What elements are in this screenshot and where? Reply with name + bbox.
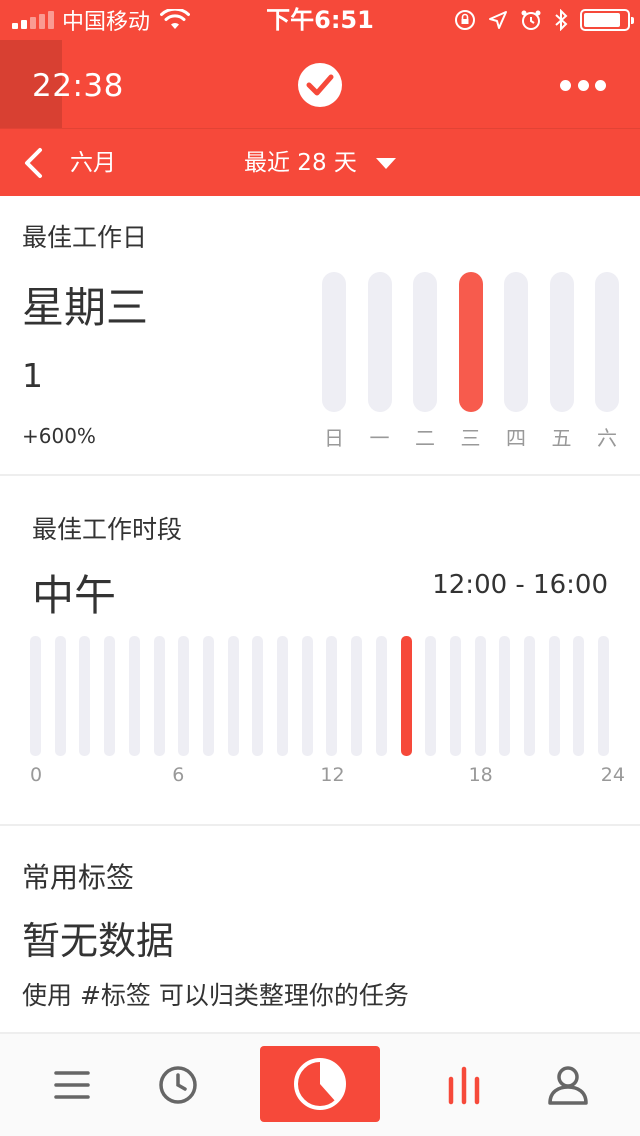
dot-icon [577, 79, 589, 91]
hourly-chart: 0 6 12 18 24 [30, 636, 625, 796]
hour-bar [227, 636, 239, 756]
tab-history[interactable] [146, 1034, 210, 1136]
tab-profile[interactable] [536, 1034, 600, 1136]
hour-bar [449, 636, 461, 756]
hour-bar [524, 636, 535, 756]
hour-bar [326, 636, 338, 756]
hour-bar [128, 636, 140, 756]
dot-icon [560, 79, 571, 91]
statistics-icon [448, 1066, 480, 1105]
dot-icon [595, 79, 606, 91]
hour-bar [178, 636, 190, 756]
hour-bar [400, 636, 412, 756]
best-time-section: 最佳工作时段 中午 12:00 - 16:00 0 6 12 18 24 [0, 476, 640, 826]
profile-icon [548, 1066, 588, 1105]
hour-bar [301, 636, 313, 756]
hour-bar [598, 636, 610, 756]
tab-focus-timer[interactable] [260, 1046, 380, 1122]
weekday-bar [595, 272, 619, 412]
hour-bar [351, 636, 363, 756]
location-icon [489, 11, 507, 29]
section-title: 最佳工作日 [22, 223, 148, 252]
focus-timer-icon [294, 1058, 346, 1110]
weekday-chart: 日一二三四五六 [322, 272, 622, 462]
more-options-button[interactable] [560, 70, 606, 100]
tags-empty-value: 暂无数据 [22, 919, 175, 963]
tags-hint: 使用 #标签 可以归类整理你的任务 [22, 981, 409, 1010]
alarm-icon [521, 10, 541, 30]
best-weekday-count: 1 [22, 356, 43, 395]
hour-axis-label: 6 [172, 764, 185, 786]
weekday-label: 日 [324, 426, 344, 450]
bluetooth-icon [555, 9, 568, 31]
weekday-label: 四 [506, 426, 526, 450]
hour-bar [54, 636, 66, 756]
hour-bar [375, 636, 387, 756]
tab-bar [0, 1034, 640, 1136]
weekday-bar [504, 272, 528, 412]
weekday-bar [458, 272, 483, 412]
back-chevron-icon[interactable] [20, 147, 48, 179]
app-header: 22:38 [0, 40, 640, 128]
range-selector[interactable]: 最近 28 天 [244, 129, 357, 197]
section-title: 常用标签 [22, 861, 135, 894]
clock-icon [159, 1066, 197, 1104]
best-weekday-change: +600% [22, 424, 96, 448]
hour-bar [277, 636, 288, 756]
best-time-value: 中午 [32, 571, 117, 620]
weekday-bar [413, 272, 437, 412]
weekday-label: 六 [597, 426, 617, 450]
battery-icon [580, 9, 634, 31]
hour-axis-label: 18 [468, 764, 493, 786]
hour-bar [474, 636, 486, 756]
weekday-bar [367, 272, 392, 412]
best-time-range: 12:00 - 16:00 [432, 570, 608, 600]
orientation-lock-icon [455, 10, 475, 30]
hour-axis-label: 0 [30, 764, 43, 786]
caret-down-icon[interactable] [376, 158, 396, 169]
weekday-label: 三 [460, 426, 481, 450]
tab-statistics[interactable] [432, 1034, 496, 1136]
weekday-bar [322, 272, 346, 412]
previous-period-label[interactable]: 六月 [70, 129, 116, 197]
hour-bar [573, 636, 585, 756]
hour-bar [202, 636, 214, 756]
tab-task-list[interactable] [40, 1034, 104, 1136]
hour-axis-label: 24 [600, 764, 625, 786]
period-bar: 六月 最近 28 天 [0, 128, 640, 196]
status-bar: 中国移动 下午6:51 [0, 0, 640, 40]
weekday-label: 一 [369, 426, 390, 450]
focus-timer-display[interactable]: 22:38 [32, 40, 124, 128]
hour-bar [153, 636, 165, 756]
hour-bar [499, 636, 511, 756]
best-weekday-value: 星期三 [22, 283, 149, 332]
list-icon [54, 1071, 90, 1099]
hour-bar [30, 636, 41, 756]
weekday-bar [549, 272, 574, 412]
section-title: 最佳工作时段 [32, 515, 183, 544]
hour-bar [425, 636, 437, 756]
best-weekday-section: 最佳工作日 星期三 1 +600% 日 一 二 三 四 五 六 [0, 196, 640, 476]
hour-bar [252, 636, 264, 756]
frequent-tags-section: 常用标签 暂无数据 使用 #标签 可以归类整理你的任务 [0, 826, 640, 1034]
app-logo-icon [298, 63, 342, 107]
weekday-label: 二 [415, 426, 435, 450]
weekday-label: 五 [551, 426, 572, 450]
hour-bar [104, 636, 116, 756]
hour-bar [79, 636, 91, 756]
hour-bar [548, 636, 560, 756]
hour-axis-label: 12 [320, 764, 345, 786]
